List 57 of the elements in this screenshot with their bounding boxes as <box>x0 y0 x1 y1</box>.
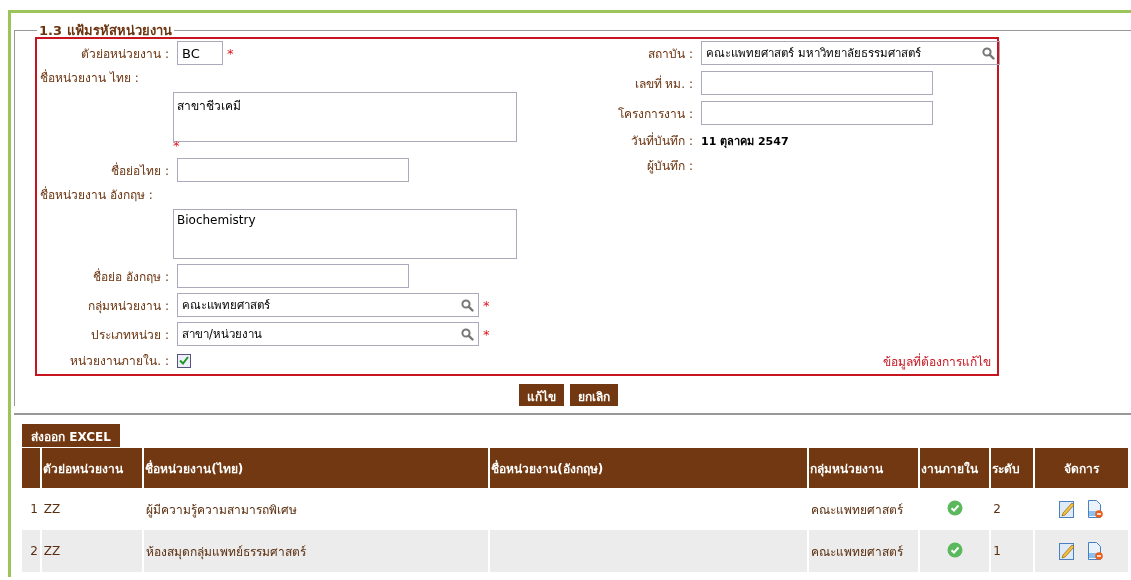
table-cell-text: คณะแพทยศาสตร์ <box>809 501 904 519</box>
field-label: ประเภทหน่วย : <box>90 326 169 344</box>
table-cell: 2 <box>22 530 40 572</box>
input-field[interactable] <box>177 264 409 288</box>
text-area[interactable]: สาขาชีวเคมี <box>173 92 517 142</box>
delete-document-icon[interactable] <box>1087 542 1104 560</box>
input-field[interactable] <box>177 158 409 182</box>
field-label: กลุ่มหน่วยงาน : <box>87 297 169 315</box>
field-value: 11 ตุลาคม 2547 <box>701 133 789 150</box>
table-cell-text: ZZ <box>42 501 62 518</box>
search-icon[interactable] <box>982 46 995 60</box>
input-field[interactable] <box>701 71 933 95</box>
field-label: ตัวย่อหน่วยงาน : <box>80 45 169 63</box>
table-cell-text: 1 <box>29 501 39 518</box>
field-label: ชื่อย่อ อังกฤษ : <box>92 267 169 286</box>
field-label: ชื่อหน่วยงาน ไทย : <box>40 68 139 87</box>
search-icon[interactable] <box>461 298 474 312</box>
field-label: วันที่บันทึก : <box>630 131 693 150</box>
column-header: ระดับ <box>991 448 1033 488</box>
text-area[interactable]: Biochemistry <box>173 209 517 259</box>
table-cell-text: 2 <box>992 501 1002 518</box>
table-cell: ห้องสมุดกลุ่มแพทย์ธรรมศาสตร์ <box>144 530 489 572</box>
table-cell: 1 <box>991 530 1033 572</box>
field-label: หน่วยงานภายใน. : <box>69 353 169 370</box>
column-header: ชื่อหน่วยงาน(อังกฤษ) <box>490 448 807 488</box>
column-header: ชื่อหน่วยงาน(ไทย) <box>144 448 489 488</box>
edit-note: ข้อมูลที่ต้องการแก้ไข <box>883 352 991 371</box>
field-label: ชื่อย่อไทย : <box>110 161 169 180</box>
checkbox[interactable] <box>177 353 191 368</box>
lookup-field[interactable]: คณะแพทยศาสตร์ <box>177 293 479 317</box>
table-cell: คณะแพทยศาสตร์ <box>808 530 918 572</box>
column-header: จัดการ <box>1034 448 1128 488</box>
column-header: กลุ่มหน่วยงาน <box>808 448 918 488</box>
search-icon[interactable] <box>461 327 474 341</box>
field-label: โครงการงาน : <box>617 105 693 123</box>
input-field[interactable] <box>701 101 933 125</box>
section-title: 1.3 แฟ้มรหัสหน่วยงาน <box>38 22 173 40</box>
lookup-field[interactable]: คณะแพทยศาสตร์ มหาวิทยาลัยธรรมศาสตร์ <box>701 41 1000 65</box>
table-cell-text: ผู้มีความรู้ความสามารถพิเศษ <box>145 501 299 520</box>
field-label: เลขที่ หม. : <box>633 74 693 93</box>
edit-icon[interactable] <box>1059 542 1076 560</box>
cancel-button[interactable]: ยกเลิก <box>569 384 618 406</box>
edit-button[interactable]: แก้ไข <box>518 384 564 406</box>
required-mark: * <box>483 297 490 313</box>
export-button[interactable]: ส่งออก EXCEL <box>22 424 120 447</box>
delete-document-icon[interactable] <box>1087 500 1104 518</box>
required-mark: * <box>227 45 234 61</box>
lookup-field[interactable]: สาขา/หน่วยงาน <box>177 322 479 346</box>
field-label: ผู้บันทึก : <box>646 158 693 175</box>
edit-icon[interactable] <box>1059 500 1076 518</box>
table-cell: ZZ <box>41 530 143 572</box>
required-mark: * <box>483 326 490 342</box>
column-header: ตัวย่อหน่วยงาน <box>41 448 143 488</box>
input-field[interactable]: BC <box>177 41 223 65</box>
column-header: งานภายใน <box>919 448 990 488</box>
field-label: ชื่อหน่วยงาน อังกฤษ : <box>40 185 153 204</box>
field-label: สถาบัน : <box>647 45 693 63</box>
